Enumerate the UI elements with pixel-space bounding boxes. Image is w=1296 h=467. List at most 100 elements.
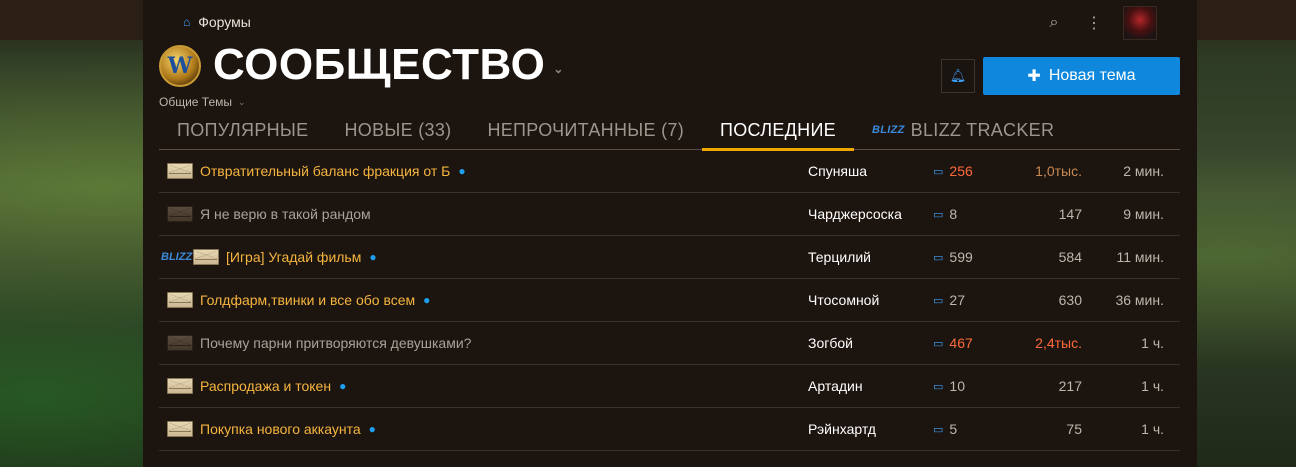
category-subtitle-text: Общие Темы bbox=[159, 95, 232, 109]
last-activity[interactable]: 1 ч. bbox=[1141, 378, 1164, 394]
logo-letter: W bbox=[167, 53, 193, 79]
topic-title-link[interactable]: Отвратительный баланс фракция от Б bbox=[200, 163, 450, 179]
topic-title-link[interactable]: Распродажа и токен bbox=[200, 378, 331, 394]
last-activity[interactable]: 11 мин. bbox=[1117, 249, 1165, 265]
new-topic-button[interactable]: ✚ Новая тема bbox=[983, 57, 1180, 95]
new-topic-label: Новая тема bbox=[1048, 67, 1136, 84]
reply-count-value: 599 bbox=[949, 249, 973, 265]
topic-author[interactable]: Терцилий bbox=[808, 249, 871, 265]
unread-dot-icon: ● bbox=[368, 422, 376, 436]
envelope-icon bbox=[193, 249, 219, 265]
envelope-icon bbox=[167, 163, 193, 179]
top-toolbar: ⌕ ⋮ bbox=[1043, 6, 1157, 40]
breadcrumb-forums-link[interactable]: Форумы bbox=[198, 14, 251, 30]
reply-icon: ▭ bbox=[933, 337, 944, 350]
topic-author[interactable]: Чтосомной bbox=[808, 292, 879, 308]
search-icon[interactable]: ⌕ bbox=[1043, 14, 1065, 32]
reply-icon: ▭ bbox=[933, 294, 944, 307]
topic-row[interactable]: Почему парни притворяются девушками? Зогб… bbox=[159, 322, 1180, 365]
view-count: 630 bbox=[1058, 292, 1082, 308]
tab-3[interactable]: НЕПРОЧИТАННЫЕ (7) bbox=[469, 110, 702, 149]
view-count: 584 bbox=[1058, 249, 1082, 265]
topic-row[interactable]: Голдфарм,твинки и все обо всем ● Чтосомной… bbox=[159, 279, 1180, 322]
unread-dot-icon: ● bbox=[458, 164, 466, 178]
envelope-icon bbox=[167, 378, 193, 394]
topic-row[interactable]: Отвратительный баланс фракция от Б ● Спуня… bbox=[159, 150, 1180, 193]
tab-2[interactable]: НОВЫЕ (33) bbox=[326, 110, 469, 149]
envelope-icon bbox=[167, 335, 193, 351]
reply-icon: ▭ bbox=[933, 251, 944, 264]
tab-label: BLIZZ TRACKER bbox=[910, 119, 1055, 140]
unread-dot-icon: ● bbox=[339, 379, 347, 393]
last-activity[interactable]: 1 ч. bbox=[1141, 421, 1164, 437]
topic-row[interactable]: Распродажа и токен ● Артадин ▭ 10 217 1 ч. bbox=[159, 365, 1180, 408]
forum-panel: ⌂ Форумы ⌕ ⋮ W СООБЩЕСТВО ⌄ Общие Темы ⌄… bbox=[143, 0, 1197, 467]
more-menu-icon[interactable]: ⋮ bbox=[1083, 13, 1105, 33]
reply-icon: ▭ bbox=[933, 165, 944, 178]
plus-icon: ✚ bbox=[1027, 68, 1041, 85]
topic-author[interactable]: Спуняша bbox=[808, 163, 867, 179]
user-avatar[interactable] bbox=[1123, 6, 1157, 40]
reply-icon: ▭ bbox=[933, 208, 944, 221]
reply-count: ▭ 8 bbox=[933, 206, 957, 222]
topic-author[interactable]: Зогбой bbox=[808, 335, 853, 351]
view-count: 147 bbox=[1058, 206, 1082, 222]
topic-row[interactable]: Я не верю в такой рандом Чарджерсоска ▭ 8 14… bbox=[159, 193, 1180, 236]
tab-label: ПОПУЛЯРНЫЕ bbox=[177, 119, 309, 140]
reply-count: ▭ 27 bbox=[933, 292, 965, 308]
wow-logo[interactable]: W bbox=[159, 45, 201, 87]
reply-count-value: 467 bbox=[949, 335, 973, 351]
envelope-icon bbox=[167, 206, 193, 222]
reply-count: ▭ 10 bbox=[933, 378, 965, 394]
topic-row[interactable]: Покупка нового аккаунта ● Рэйнхартд ▭ 5 75 1 ч… bbox=[159, 408, 1180, 451]
tab-4[interactable]: ПОСЛЕДНИЕ bbox=[702, 110, 854, 151]
chevron-down-icon: ⌄ bbox=[238, 97, 246, 107]
envelope-icon bbox=[167, 292, 193, 308]
home-icon: ⌂ bbox=[183, 15, 191, 29]
topic-tabs: ПОПУЛЯРНЫЕ НОВЫЕ (33) НЕПРОЧИТАННЫЕ (7) ПОС… bbox=[159, 110, 1180, 151]
view-count: 217 bbox=[1058, 378, 1082, 394]
chevron-down-icon: ⌄ bbox=[553, 62, 564, 76]
tab-5[interactable]: BLIZZ BLIZZ TRACKER bbox=[854, 110, 1072, 149]
topic-list: Отвратительный баланс фракция от Б ● Спуня… bbox=[159, 150, 1180, 451]
tab-label: НЕПРОЧИТАННЫЕ (7) bbox=[487, 119, 684, 140]
reply-icon: ▭ bbox=[933, 423, 944, 436]
page-title-text: СООБЩЕСТВО bbox=[213, 40, 546, 89]
tab-label: ПОСЛЕДНИЕ bbox=[720, 119, 836, 140]
last-activity[interactable]: 9 мин. bbox=[1123, 206, 1164, 222]
notifications-button[interactable]: 🔔︎ bbox=[941, 59, 975, 93]
breadcrumb[interactable]: ⌂ Форумы bbox=[183, 14, 251, 30]
topic-author[interactable]: Рэйнхартд bbox=[808, 421, 876, 437]
last-activity[interactable]: 2 мин. bbox=[1123, 163, 1164, 179]
topic-title-link[interactable]: Голдфарм,твинки и все обо всем bbox=[200, 292, 415, 308]
page-title[interactable]: СООБЩЕСТВО ⌄ bbox=[213, 40, 564, 90]
view-count: 2,4тыс. bbox=[1035, 335, 1082, 351]
reply-count-value: 5 bbox=[949, 421, 958, 437]
unread-dot-icon: ● bbox=[423, 293, 431, 307]
tab-1[interactable]: ПОПУЛЯРНЫЕ bbox=[159, 110, 326, 149]
topic-title-link[interactable]: [Игра] Угадай фильм bbox=[226, 249, 361, 265]
topic-row[interactable]: BLIZZ [Игра] Угадай фильм ● Терцилий ▭ 599 584… bbox=[159, 236, 1180, 279]
topic-author[interactable]: Артадин bbox=[808, 378, 863, 394]
reply-count: ▭ 5 bbox=[933, 421, 957, 437]
bell-icon: 🔔︎ bbox=[949, 68, 967, 83]
topic-title-link[interactable]: Я не верю в такой рандом bbox=[200, 206, 371, 222]
topic-author[interactable]: Чарджерсоска bbox=[808, 206, 902, 222]
last-activity[interactable]: 36 мин. bbox=[1115, 292, 1164, 308]
reply-count: ▭ 467 bbox=[933, 335, 973, 351]
unread-dot-icon: ● bbox=[369, 250, 377, 264]
tab-label: НОВЫЕ (33) bbox=[344, 119, 452, 140]
blizz-icon: BLIZZ bbox=[872, 123, 905, 136]
topic-title-link[interactable]: Почему парни притворяются девушками? bbox=[200, 335, 471, 351]
reply-count: ▭ 599 bbox=[933, 249, 973, 265]
blizz-icon: BLIZZ bbox=[161, 251, 193, 263]
reply-count-value: 27 bbox=[949, 292, 965, 308]
last-activity[interactable]: 1 ч. bbox=[1141, 335, 1164, 351]
reply-count-value: 10 bbox=[949, 378, 965, 394]
envelope-icon bbox=[167, 421, 193, 437]
reply-count-value: 256 bbox=[949, 163, 973, 179]
topic-title-link[interactable]: Покупка нового аккаунта bbox=[200, 421, 361, 437]
category-subtitle[interactable]: Общие Темы ⌄ bbox=[159, 95, 246, 109]
view-count: 1,0тыс. bbox=[1035, 163, 1082, 179]
reply-icon: ▭ bbox=[933, 380, 944, 393]
